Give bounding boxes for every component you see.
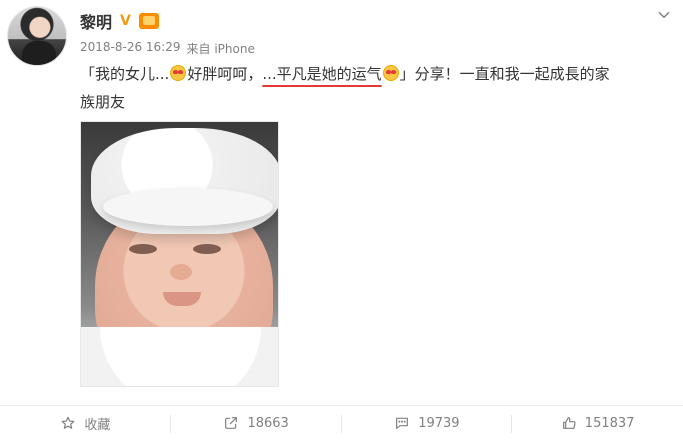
weibo-post-card: 黎明 V 2018-8-26 16:29 来自 iPhone 「我的女儿... 好…: [0, 0, 683, 440]
share-count: 18663: [247, 415, 289, 431]
highlighted-phrase: ...平凡是她的运气: [262, 65, 382, 83]
like-button[interactable]: 151837: [512, 406, 683, 440]
post-datetime[interactable]: 2018-8-26 16:29: [80, 40, 181, 57]
post-source: 来自 iPhone: [186, 42, 255, 56]
vip-crown-icon: [138, 13, 159, 29]
baby-eye-right: [193, 244, 221, 254]
post-text-part: 族朋友: [80, 93, 126, 111]
post-text: 「我的女儿... 好胖呵呵，...平凡是她的运气 」分享！一直和我一起成長的家 族朋…: [80, 60, 670, 116]
favorite-label: 收藏: [84, 417, 111, 433]
post-meta: 2018-8-26 16:29 来自 iPhone: [80, 40, 255, 57]
baby-eye-left: [129, 244, 157, 254]
baby-nose: [170, 264, 192, 280]
post-text-part: 」分享！一直和我一起成長的家: [399, 65, 610, 83]
comment-count: 19739: [418, 415, 460, 431]
share-button[interactable]: 18663: [171, 406, 342, 440]
comment-button[interactable]: 19739: [342, 406, 513, 440]
post-text-part: 好胖呵呵，: [187, 65, 263, 83]
post-text-part: 「我的女儿...: [80, 65, 170, 83]
post-actions-bar: 收藏 18663 19739 151837: [0, 405, 683, 440]
like-count: 151837: [584, 415, 635, 431]
author-row: 黎明 V: [80, 10, 159, 32]
heart-eyes-emoji-icon: [170, 65, 187, 81]
avatar[interactable]: [7, 6, 67, 66]
favorite-button[interactable]: 收藏: [0, 406, 171, 440]
heart-eyes-emoji-icon: [382, 65, 399, 81]
thumb-up-icon: [561, 415, 577, 431]
baby-cap-brim: [103, 188, 273, 226]
star-icon: [60, 415, 76, 431]
share-icon: [223, 415, 239, 431]
chevron-down-icon[interactable]: [655, 6, 673, 24]
author-name[interactable]: 黎明: [80, 9, 112, 33]
verified-v-icon: V: [120, 13, 131, 29]
baby-bib: [81, 327, 278, 386]
post-image[interactable]: [80, 121, 279, 387]
comment-icon: [394, 415, 410, 431]
